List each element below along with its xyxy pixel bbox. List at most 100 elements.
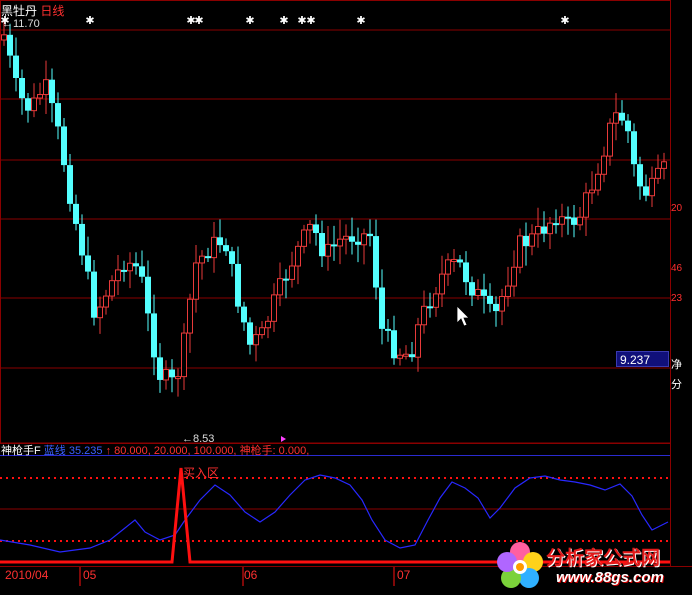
right-axis-label-4: 净 <box>671 359 682 371</box>
mouse-cursor-icon <box>456 305 470 327</box>
line-value: 35.235 <box>68 445 103 457</box>
candle-body-up <box>307 223 313 231</box>
signal-star-icon: ✱ <box>306 14 315 27</box>
candle-body-down <box>319 233 325 257</box>
time-label-2010-04: 2010/04 <box>5 568 49 582</box>
signal-star-icon: ✱ <box>279 14 288 27</box>
candle-body-up <box>295 245 301 267</box>
indicator-name[interactable]: 神枪手F <box>1 445 41 457</box>
candle-body-up <box>505 285 511 298</box>
candle-body-down <box>169 369 175 378</box>
price-panel-border <box>0 0 671 444</box>
candle-body-down <box>373 236 379 288</box>
candle-body-up <box>433 293 439 308</box>
candle-body-up <box>661 161 667 169</box>
candle-body-down <box>67 165 73 204</box>
candle-body-down <box>367 233 373 237</box>
value-20: 20.000, <box>153 445 191 457</box>
right-axis-label-2: 46 <box>671 263 683 274</box>
candle-body-down <box>571 217 577 225</box>
candle-body-down <box>235 263 241 307</box>
candle-body-up <box>163 368 169 381</box>
candle-body-up <box>403 353 409 357</box>
candle-body-up <box>607 122 613 157</box>
candle-body-up <box>325 243 331 257</box>
candle-body-up <box>193 262 199 300</box>
candle-body-up <box>97 306 103 319</box>
candle-body-down <box>19 77 25 99</box>
candle-body-up <box>361 233 367 246</box>
candle-body-down <box>523 235 529 247</box>
candle-body-up <box>445 259 451 275</box>
candle-body-up <box>37 94 43 99</box>
candle-body-down <box>73 203 79 224</box>
time-label-05: 05 <box>83 568 97 582</box>
candle-body-up <box>175 376 181 380</box>
candle-body-down <box>13 55 19 78</box>
line-name: 蓝线 <box>43 445 66 457</box>
candle-body-down <box>151 313 157 358</box>
shooter-label: 神枪手: 0.000, <box>239 445 310 457</box>
candle-body-up <box>31 97 37 112</box>
candle-body-up <box>655 167 661 179</box>
signal-star-icon: ✱ <box>194 14 203 27</box>
right-axis-label-5: 分 <box>671 379 682 391</box>
watermark-url: www.88gs.com <box>556 569 664 586</box>
stock-chart-window[interactable]: ✱ ✱ ✱ ✱ ✱ ✱ ✱ ✱ ✱ ✱ 黑牡丹 日线 ←11.70 ←8.53 20 46 23 … <box>0 0 692 595</box>
candle-body-down <box>133 263 139 267</box>
stock-name: 黑牡丹 <box>1 4 38 18</box>
right-axis-label-3: 23 <box>671 293 683 304</box>
candle-body-down <box>355 241 361 245</box>
candle-body-down <box>409 354 415 358</box>
candle-body-up <box>211 236 217 259</box>
candle-body-down <box>145 276 151 314</box>
signal-star-icon: ✱ <box>356 14 365 27</box>
candle-body-up <box>415 324 421 358</box>
candle-body-down <box>25 98 31 111</box>
watermark: 分析家公式网 www.88gs.com <box>494 540 690 594</box>
candle-body-down <box>553 223 559 226</box>
candle-body-down <box>49 79 55 104</box>
signal-star-icon: ✱ <box>560 14 569 27</box>
candle-body-down <box>283 278 289 281</box>
candle-body-down <box>493 303 499 312</box>
candle-body-down <box>313 224 319 234</box>
candle-body-down <box>469 282 475 296</box>
candle-body-down <box>637 164 643 187</box>
candle-body-up <box>187 298 193 334</box>
candle-body-down <box>643 186 649 196</box>
candle-body-up <box>559 216 565 225</box>
candle-body-down <box>463 262 469 283</box>
candle-body-up <box>535 226 541 235</box>
candle-body-up <box>1 34 7 41</box>
candle-body-down <box>55 103 61 127</box>
grid-layer <box>0 0 692 586</box>
candle-body-down <box>619 112 625 121</box>
candle-body-up <box>475 288 481 297</box>
candle-body-down <box>247 322 253 345</box>
candle-body-down <box>241 306 247 323</box>
candle-body-down <box>487 295 493 304</box>
candle-body-up <box>601 155 607 175</box>
chart-canvas[interactable]: ✱ ✱ ✱✱ ✱ ✱ ✱ ✱ ✱ ✱ <box>0 0 692 595</box>
signal-star-icon: ✱ <box>85 14 94 27</box>
flower-logo-icon <box>497 542 543 588</box>
candle-body-up <box>253 334 259 346</box>
candle-body-up <box>529 233 535 247</box>
magenta-marker-icon <box>281 436 286 442</box>
candle-body-up <box>421 305 427 326</box>
candle-body-down <box>229 251 235 264</box>
candle-body-down <box>481 289 487 296</box>
candle-body-up <box>577 216 583 226</box>
candle-body-up <box>397 354 403 359</box>
candle-body-up <box>115 269 121 282</box>
candle-body-down <box>391 330 397 359</box>
arrow-value: ↑ 80.000, <box>105 445 151 457</box>
period-label[interactable]: 日线 <box>40 4 64 18</box>
candle-body-up <box>649 177 655 197</box>
high-price-label: ←11.70 <box>2 18 40 30</box>
candle-body-down <box>631 131 637 165</box>
signal-star-icon: ✱ <box>297 14 306 27</box>
candle-body-up <box>499 296 505 312</box>
candle-body-down <box>7 34 13 56</box>
